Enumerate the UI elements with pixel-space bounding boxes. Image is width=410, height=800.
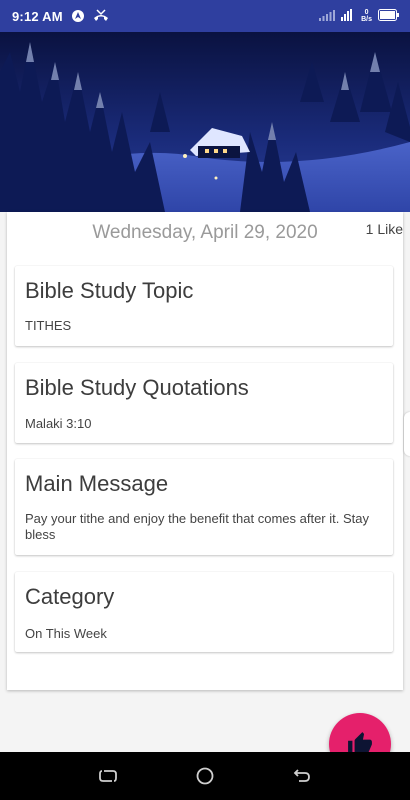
topic-heading: Bible Study Topic — [25, 278, 194, 303]
back-icon — [293, 769, 310, 782]
network-speed-unit: B/s — [361, 16, 372, 23]
post-date: Wednesday, April 29, 2020 — [92, 222, 318, 243]
main-message-value: Pay your tithe and enjoy the benefit tha… — [25, 511, 369, 542]
like-count[interactable]: 1 Like — [366, 221, 403, 237]
category-value: On This Week — [25, 626, 107, 641]
post-card: Wednesday, April 29, 2020 1 Like Bible S… — [7, 212, 403, 690]
recents-icon — [99, 770, 118, 782]
navigation-icon — [71, 9, 85, 23]
battery-icon — [378, 8, 400, 24]
signal-icon — [319, 9, 336, 24]
category-heading: Category — [25, 584, 115, 609]
category-card: Category On This Week — [15, 572, 393, 652]
quotations-card: Bible Study Quotations Malaki 3:10 — [15, 363, 393, 443]
missed-call-icon — [93, 9, 108, 23]
network-speed-value: 0 — [364, 9, 369, 16]
topic-card: Bible Study Topic TITHES — [15, 266, 393, 346]
quotations-value: Malaki 3:10 — [25, 416, 92, 431]
network-speed: 0 B/s — [361, 9, 372, 23]
quotations-heading: Bible Study Quotations — [25, 375, 249, 400]
recents-button[interactable] — [93, 761, 123, 791]
status-time: 9:12 AM — [12, 8, 63, 24]
hero-image — [0, 32, 410, 212]
home-button[interactable] — [190, 761, 220, 791]
main-message-card: Main Message Pay your tithe and enjoy th… — [15, 459, 393, 555]
back-button[interactable] — [287, 761, 317, 791]
status-bar: 9:12 AM 0 B/s — [0, 0, 410, 32]
main-message-heading: Main Message — [25, 471, 169, 496]
system-nav-bar — [0, 752, 410, 800]
edge-scroll-handle[interactable] — [404, 412, 410, 456]
topic-value: TITHES — [25, 318, 72, 333]
snowy-cabin-forest-night — [0, 32, 410, 212]
wifi-icon — [341, 8, 355, 24]
home-icon — [196, 767, 214, 785]
